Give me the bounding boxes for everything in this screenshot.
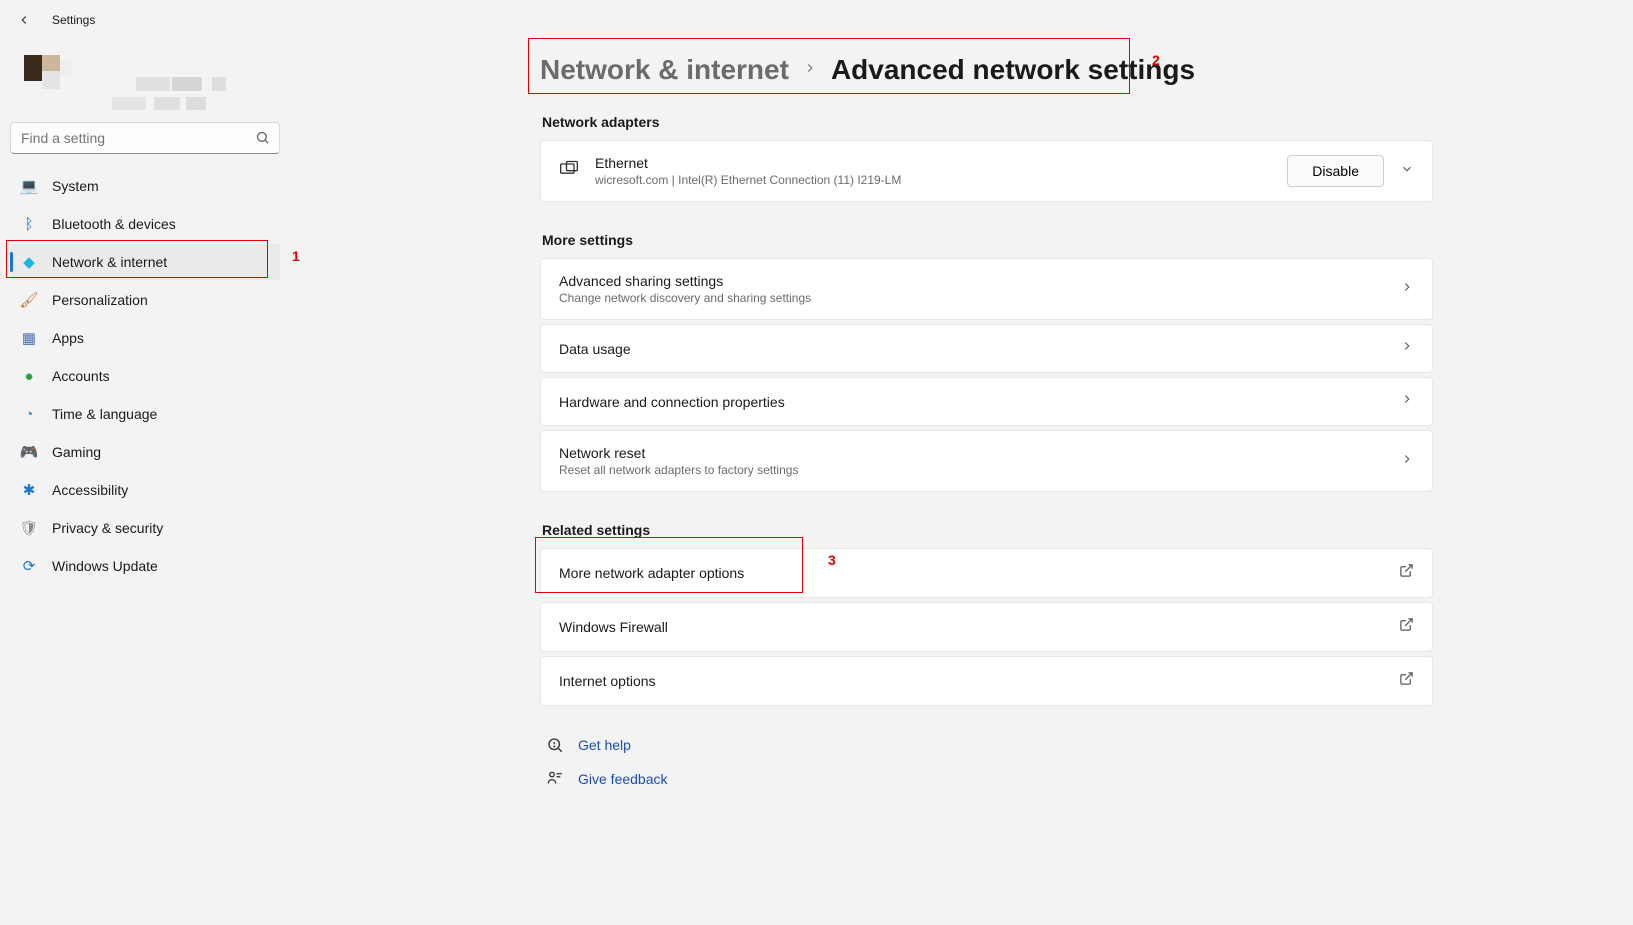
breadcrumb-parent[interactable]: Network & internet [540, 54, 789, 86]
external-link-icon [1399, 671, 1414, 691]
adapter-row-ethernet[interactable]: Ethernet wicresoft.com | Intel(R) Ethern… [541, 141, 1432, 201]
chevron-right-icon [1400, 392, 1414, 411]
get-help-row[interactable]: Get help [540, 736, 1433, 754]
section-network-adapters: Network adapters Ethernet wicresoft.com … [540, 114, 1433, 202]
sidebar-item-apps[interactable]: ▦ Apps [10, 320, 280, 356]
settings-row[interactable]: Advanced sharing settings Change network … [541, 259, 1432, 319]
sidebar-item-label: Privacy & security [52, 520, 163, 536]
row-title: Advanced sharing settings [559, 273, 1384, 289]
sidebar-item-system[interactable]: 💻 System [10, 168, 280, 204]
gaming-icon: 🎮 [20, 443, 38, 461]
section-more-settings: More settings Advanced sharing settings C… [540, 232, 1433, 492]
system-icon: 💻 [20, 177, 38, 195]
sidebar-item-label: Accessibility [52, 482, 128, 498]
time-icon: ◔ [20, 405, 38, 423]
apps-icon: ▦ [20, 329, 38, 347]
window-title: Settings [52, 13, 95, 27]
bluetooth-icon: ᛒ [20, 215, 38, 233]
settings-row[interactable]: Network reset Reset all network adapters … [541, 431, 1432, 491]
sidebar-item-personalization[interactable]: 🖌 Personalization [10, 282, 280, 318]
sidebar-item-accessibility[interactable]: ✱ Accessibility [10, 472, 280, 508]
back-button[interactable] [16, 12, 32, 28]
breadcrumb: Network & internet Advanced network sett… [540, 54, 1433, 86]
privacy-icon: 🛡 [20, 519, 38, 537]
sidebar-item-label: System [52, 178, 99, 194]
section-title: More settings [542, 232, 1433, 248]
row-title: Windows Firewall [559, 619, 1383, 635]
row-title: Network reset [559, 445, 1384, 461]
user-profile[interactable] [10, 48, 280, 118]
get-help-link[interactable]: Get help [578, 737, 631, 753]
sidebar-item-label: Apps [52, 330, 84, 346]
search-container [10, 122, 280, 154]
sidebar-item-label: Windows Update [52, 558, 158, 574]
network-icon: ◆ [20, 253, 38, 271]
row-subtitle: Change network discovery and sharing set… [559, 291, 1384, 305]
search-input[interactable] [10, 122, 280, 154]
settings-row[interactable]: Data usage [541, 325, 1432, 372]
accessibility-icon: ✱ [20, 481, 38, 499]
sidebar-item-bluetooth[interactable]: ᛒ Bluetooth & devices [10, 206, 280, 242]
sidebar-item-label: Personalization [52, 292, 148, 308]
disable-button[interactable]: Disable [1287, 155, 1384, 187]
adapter-subtitle: wicresoft.com | Intel(R) Ethernet Connec… [595, 173, 1271, 187]
adapter-card: Ethernet wicresoft.com | Intel(R) Ethern… [540, 140, 1433, 202]
sidebar-item-label: Time & language [52, 406, 157, 422]
chevron-down-icon[interactable] [1400, 162, 1414, 181]
row-subtitle: Reset all network adapters to factory se… [559, 463, 1384, 477]
search-icon [255, 130, 270, 150]
settings-row[interactable]: Hardware and connection properties [541, 378, 1432, 425]
accounts-icon: ● [20, 367, 38, 385]
section-title: Network adapters [542, 114, 1433, 130]
give-feedback-row[interactable]: Give feedback [540, 770, 1433, 788]
titlebar: Settings [0, 0, 1633, 40]
row-title: More network adapter options [559, 565, 1383, 581]
row-title: Hardware and connection properties [559, 394, 1384, 410]
give-feedback-link[interactable]: Give feedback [578, 771, 668, 787]
sidebar-item-label: Bluetooth & devices [52, 216, 176, 232]
sidebar-item-label: Gaming [52, 444, 101, 460]
chevron-right-icon [803, 61, 817, 80]
external-link-icon [1399, 563, 1414, 583]
adapter-title: Ethernet [595, 155, 1271, 171]
section-related-settings: Related settings More network adapter op… [540, 522, 1433, 706]
ethernet-icon [559, 159, 579, 184]
sidebar-item-network[interactable]: ◆ Network & internet [10, 244, 280, 280]
main-content: Network & internet Advanced network sett… [290, 40, 1633, 925]
update-icon: ⟳ [20, 557, 38, 575]
chevron-right-icon [1400, 452, 1414, 471]
sidebar-item-label: Network & internet [52, 254, 167, 270]
sidebar-item-update[interactable]: ⟳ Windows Update [10, 548, 280, 584]
chevron-right-icon [1400, 339, 1414, 358]
external-link-icon [1399, 617, 1414, 637]
row-title: Data usage [559, 341, 1384, 357]
sidebar-item-label: Accounts [52, 368, 110, 384]
settings-row[interactable]: More network adapter options [541, 549, 1432, 597]
sidebar-item-gaming[interactable]: 🎮 Gaming [10, 434, 280, 470]
feedback-icon [546, 770, 564, 788]
personalization-icon: 🖌 [20, 291, 38, 309]
avatar [16, 55, 72, 111]
sidebar-item-privacy[interactable]: 🛡 Privacy & security [10, 510, 280, 546]
chevron-right-icon [1400, 280, 1414, 299]
sidebar-item-time[interactable]: ◔ Time & language [10, 396, 280, 432]
settings-row[interactable]: Internet options [541, 657, 1432, 705]
row-title: Internet options [559, 673, 1383, 689]
breadcrumb-current: Advanced network settings [831, 54, 1195, 86]
settings-row[interactable]: Windows Firewall [541, 603, 1432, 651]
nav-list: 💻 System ᛒ Bluetooth & devices ◆ Network & in… [10, 168, 280, 584]
sidebar-item-accounts[interactable]: ● Accounts [10, 358, 280, 394]
help-icon [546, 736, 564, 754]
section-title: Related settings [542, 522, 1433, 538]
sidebar: 💻 System ᛒ Bluetooth & devices ◆ Network & in… [0, 40, 290, 925]
